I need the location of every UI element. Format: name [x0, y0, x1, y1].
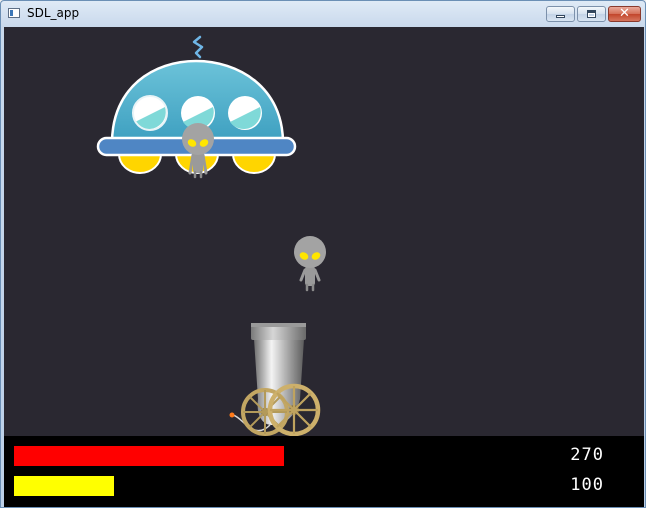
- energy-bar: [14, 476, 114, 496]
- maximize-button[interactable]: [577, 6, 606, 22]
- close-button[interactable]: ✕: [608, 6, 641, 22]
- cannon-wheel: [267, 383, 321, 436]
- game-canvas[interactable]: 270 100: [4, 27, 644, 507]
- close-icon: ✕: [619, 6, 630, 21]
- minimize-icon: [556, 15, 565, 18]
- window-title: SDL_app: [27, 6, 80, 20]
- title-bar[interactable]: SDL_app ✕: [1, 1, 645, 27]
- maximize-icon: [587, 10, 596, 18]
- playfield[interactable]: [4, 27, 644, 436]
- minimize-button[interactable]: [546, 6, 575, 22]
- ufo-window: [228, 96, 262, 130]
- health-value: 270: [570, 445, 604, 465]
- cannon-sprite: [229, 323, 321, 436]
- energy-value: 100: [570, 475, 604, 495]
- app-icon: [8, 8, 20, 18]
- playfield-graphics: [96, 35, 326, 436]
- app-window: SDL_app ✕ 270 100: [0, 0, 646, 508]
- hud-panel: 270 100: [4, 436, 644, 507]
- health-bar: [14, 446, 284, 466]
- ufo-window: [132, 95, 168, 131]
- alien-sprite: [294, 236, 326, 292]
